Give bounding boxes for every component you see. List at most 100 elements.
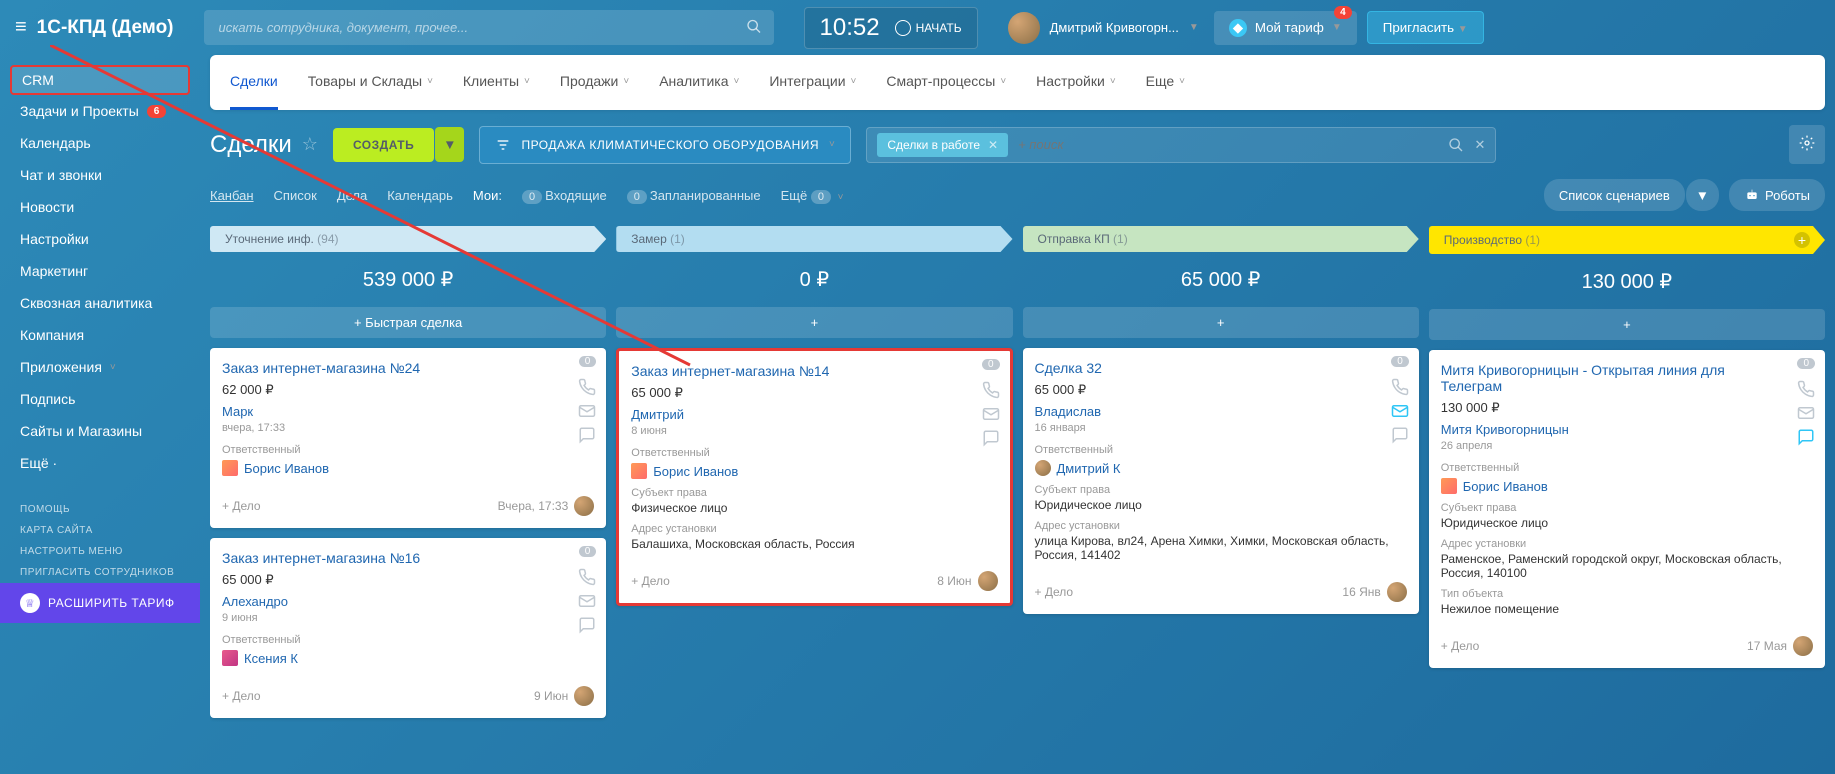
card-contact[interactable]: Марк (222, 404, 594, 419)
filter-search-input[interactable] (1018, 137, 1448, 152)
sidebar-item-tasks[interactable]: Задачи и Проекты6 (0, 95, 200, 127)
view-planned[interactable]: 0Запланированные (627, 188, 761, 203)
sidebar-item-settings[interactable]: Настройки (0, 223, 200, 255)
deal-card[interactable]: 0 Сделка 32 65 000 ₽ Владислав 16 января… (1023, 348, 1419, 614)
view-kanban[interactable]: Канбан (210, 188, 254, 203)
search-input[interactable] (204, 10, 774, 45)
responsible-name[interactable]: Ксения К (244, 651, 298, 666)
tab-analytics[interactable]: Аналитика˅ (659, 55, 739, 110)
card-title[interactable]: Сделка 32 (1035, 360, 1407, 376)
card-contact[interactable]: Алехандро (222, 594, 594, 609)
sidebar-invite[interactable]: ПРИГЛАСИТЬ СОТРУДНИКОВ (0, 562, 200, 583)
add-task-button[interactable]: + Дело (222, 499, 261, 513)
tab-clients[interactable]: Клиенты˅ (463, 55, 530, 110)
deal-card[interactable]: 0 Заказ интернет-магазина №24 62 000 ₽ М… (210, 348, 606, 528)
sidebar-item-sign[interactable]: Подпись (0, 383, 200, 415)
mail-icon[interactable] (1797, 404, 1815, 422)
card-title[interactable]: Заказ интернет-магазина №14 (631, 363, 997, 379)
settings-button[interactable] (1789, 125, 1825, 164)
sidebar-item-crm[interactable]: CRM (10, 65, 190, 95)
phone-icon[interactable] (1391, 378, 1409, 396)
tab-integrations[interactable]: Интеграции˅ (769, 55, 856, 110)
close-icon[interactable]: ✕ (1474, 137, 1485, 153)
expand-tariff-button[interactable]: ♕ РАСШИРИТЬ ТАРИФ (0, 583, 200, 623)
menu-button[interactable]: ≡ (15, 16, 27, 39)
column-header[interactable]: Уточнение инф. (94) (210, 226, 606, 252)
filter-search[interactable]: Сделки в работе ✕ ✕ (866, 127, 1496, 163)
sidebar-item-more[interactable]: Ещё · (0, 447, 200, 479)
search-icon[interactable] (1448, 137, 1464, 153)
deal-card[interactable]: 0 Заказ интернет-магазина №14 65 000 ₽ Д… (616, 348, 1012, 606)
card-contact[interactable]: Митя Кривогорницын (1441, 422, 1813, 437)
sidebar-help[interactable]: ПОМОЩЬ (0, 499, 200, 520)
view-tasks[interactable]: Дела (337, 188, 367, 203)
mail-icon[interactable] (982, 405, 1000, 423)
sidebar-item-chat[interactable]: Чат и звонки (0, 159, 200, 191)
add-task-button[interactable]: + Дело (1035, 585, 1074, 599)
sidebar-item-analytics[interactable]: Сквозная аналитика (0, 287, 200, 319)
timer-start-button[interactable]: НАЧАТЬ (895, 20, 962, 36)
chat-icon[interactable] (1391, 426, 1409, 444)
chat-icon[interactable] (982, 429, 1000, 447)
phone-icon[interactable] (982, 381, 1000, 399)
close-icon[interactable]: ✕ (988, 138, 998, 152)
user-menu[interactable]: Дмитрий Кривогорн... ▼ (1008, 12, 1199, 44)
quick-deal-button[interactable]: + (616, 307, 1012, 338)
column-header[interactable]: Замер (1) (616, 226, 1012, 252)
mail-icon[interactable] (578, 402, 596, 420)
app-logo[interactable]: 1С-КПД (Демо) (37, 17, 174, 39)
chat-icon[interactable] (578, 616, 596, 634)
mail-icon[interactable] (1391, 402, 1409, 420)
sidebar-item-company[interactable]: Компания (0, 319, 200, 351)
quick-deal-button[interactable]: + Быстрая сделка (210, 307, 606, 338)
column-header[interactable]: Отправка КП (1) (1023, 226, 1419, 252)
search-icon[interactable] (746, 18, 762, 37)
invite-button[interactable]: Пригласить ▼ (1367, 11, 1484, 44)
sidebar-item-news[interactable]: Новости (0, 191, 200, 223)
view-inbox[interactable]: 0Входящие (522, 188, 607, 203)
add-column-button[interactable]: + (1794, 232, 1810, 248)
time-widget[interactable]: 10:52 НАЧАТЬ (804, 7, 978, 49)
card-contact[interactable]: Владислав (1035, 404, 1407, 419)
phone-icon[interactable] (1797, 380, 1815, 398)
scenarios-dropdown[interactable]: ▼ (1686, 179, 1719, 211)
tab-sales[interactable]: Продажи˅ (560, 55, 629, 110)
quick-deal-button[interactable]: + (1429, 309, 1825, 340)
add-task-button[interactable]: + Дело (1441, 639, 1480, 653)
robots-button[interactable]: Роботы (1729, 179, 1825, 211)
add-task-button[interactable]: + Дело (222, 689, 261, 703)
sidebar-item-sites[interactable]: Сайты и Магазины (0, 415, 200, 447)
sidebar-item-marketing[interactable]: Маркетинг (0, 255, 200, 287)
card-title[interactable]: Заказ интернет-магазина №24 (222, 360, 594, 376)
deal-card[interactable]: 0 Заказ интернет-магазина №16 65 000 ₽ А… (210, 538, 606, 718)
deal-card[interactable]: 0 Митя Кривогорницын - Открытая линия дл… (1429, 350, 1825, 668)
quick-deal-button[interactable]: + (1023, 307, 1419, 338)
phone-icon[interactable] (578, 378, 596, 396)
scenarios-button[interactable]: Список сценариев (1544, 179, 1685, 211)
responsible-name[interactable]: Борис Иванов (244, 461, 329, 476)
add-task-button[interactable]: + Дело (631, 574, 670, 588)
tab-settings[interactable]: Настройки˅ (1036, 55, 1116, 110)
tab-more[interactable]: Еще˅ (1146, 55, 1185, 110)
sidebar-configure[interactable]: НАСТРОИТЬ МЕНЮ (0, 541, 200, 562)
chat-icon[interactable] (1797, 428, 1815, 446)
view-calendar[interactable]: Календарь (387, 188, 453, 203)
column-header[interactable]: Производство (1) + (1429, 226, 1825, 254)
sidebar-sitemap[interactable]: КАРТА САЙТА (0, 520, 200, 541)
responsible-name[interactable]: Борис Иванов (653, 464, 738, 479)
star-icon[interactable]: ☆ (302, 134, 318, 155)
create-button[interactable]: СОЗДАТЬ (333, 128, 434, 162)
card-title[interactable]: Митя Кривогорницын - Открытая линия для … (1441, 362, 1813, 394)
responsible-name[interactable]: Борис Иванов (1463, 479, 1548, 494)
sidebar-item-calendar[interactable]: Календарь (0, 127, 200, 159)
create-dropdown[interactable]: ▼ (435, 127, 464, 162)
tab-products[interactable]: Товары и Склады˅ (308, 55, 433, 110)
filter-tag[interactable]: Сделки в работе ✕ (877, 133, 1008, 157)
tariff-button[interactable]: ◆ Мой тариф ▼ 4 (1214, 11, 1357, 45)
chat-icon[interactable] (578, 426, 596, 444)
card-contact[interactable]: Дмитрий (631, 407, 997, 422)
filter-button[interactable]: ПРОДАЖА КЛИМАТИЧЕСКОГО ОБОРУДОВАНИЯ ˅ (479, 126, 851, 164)
card-title[interactable]: Заказ интернет-магазина №16 (222, 550, 594, 566)
view-list[interactable]: Список (274, 188, 317, 203)
mail-icon[interactable] (578, 592, 596, 610)
